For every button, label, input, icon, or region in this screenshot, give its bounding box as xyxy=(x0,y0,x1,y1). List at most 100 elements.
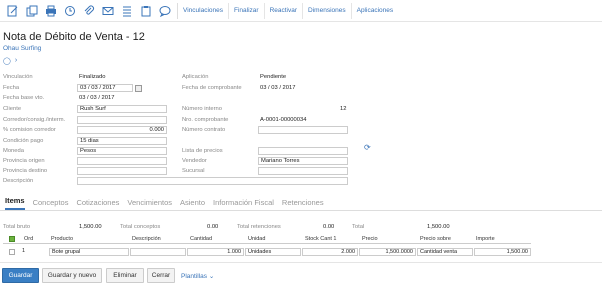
col-producto: Producto xyxy=(51,236,74,242)
aplicacion-value: Pendiente xyxy=(260,74,287,80)
cliente-label: Cliente xyxy=(3,106,22,112)
finalizar-link[interactable]: Finalizar xyxy=(229,2,265,19)
nro-comprobante-value: A-0001-00000034 xyxy=(260,117,307,123)
cell-ord: 1 xyxy=(22,248,26,254)
cerrar-button[interactable]: Cerrar xyxy=(147,268,175,283)
history-icon[interactable] xyxy=(63,4,76,17)
descripcion-label: Descripción xyxy=(3,178,34,184)
numero-interno-label: Número interno xyxy=(182,106,222,112)
col-stock: Stock Cant 1 xyxy=(305,236,337,242)
cell-unidad[interactable]: Unidades xyxy=(245,248,301,256)
col-precio-sobre: Precio sobre xyxy=(420,236,451,242)
tab-bar: Items Conceptos Cotizaciones Vencimiento… xyxy=(0,196,602,211)
tab-conceptos[interactable]: Conceptos xyxy=(33,198,69,210)
total-bruto-value: 1,500.00 xyxy=(79,224,102,230)
tab-retenciones[interactable]: Retenciones xyxy=(282,198,324,210)
grid-header-divider xyxy=(3,243,531,244)
eliminar-button[interactable]: Eliminar xyxy=(106,268,144,283)
sucursal-label: Sucursal xyxy=(182,168,205,174)
dimensiones-link[interactable]: Dimensiones xyxy=(303,2,352,19)
cell-producto[interactable]: Bote grupal xyxy=(49,248,129,256)
numero-contrato-field[interactable] xyxy=(258,126,348,134)
tab-vencimientos[interactable]: Vencimientos xyxy=(127,198,172,210)
vendedor-label: Vendedor xyxy=(182,158,207,164)
moneda-label: Moneda xyxy=(3,148,24,154)
tag-icon[interactable]: ◯ xyxy=(3,57,11,65)
cliente-field[interactable]: Rush Surf xyxy=(77,105,167,113)
fecha-comprobante-value: 03 / 03 / 2017 xyxy=(260,85,296,91)
vinculacion-label: Vinculación xyxy=(3,74,33,80)
cell-cantidad[interactable]: 1.000 xyxy=(187,248,244,256)
comision-field[interactable]: 0.000 xyxy=(77,126,167,134)
aplicaciones-link[interactable]: Aplicaciones xyxy=(352,3,399,19)
plantillas-dropdown[interactable]: Plantillas ⌄ xyxy=(181,272,214,280)
refresh-icon[interactable]: ⟳ xyxy=(364,143,371,152)
nro-comprobante-label: Nro. comprobante xyxy=(182,117,229,123)
comision-label: % comision corredor xyxy=(3,127,56,133)
print-icon[interactable] xyxy=(44,4,57,17)
fecha-base-label: Fecha base vto. xyxy=(3,95,45,101)
cell-descripcion[interactable] xyxy=(130,248,186,256)
row-checkbox[interactable] xyxy=(9,249,15,255)
total-label: Total xyxy=(352,224,365,230)
paste-icon[interactable] xyxy=(139,4,152,17)
list-icon[interactable] xyxy=(120,4,133,17)
provincia-origen-label: Provincia origen xyxy=(3,158,45,164)
cell-importe: 1,500.00 xyxy=(474,248,531,256)
chevron-right-icon[interactable]: › xyxy=(15,57,17,65)
tab-items[interactable]: Items xyxy=(5,196,25,210)
descripcion-field[interactable] xyxy=(77,177,348,185)
lista-precios-label: Lista de precios xyxy=(182,148,223,154)
total-retenciones-value: 0.00 xyxy=(323,224,335,230)
tab-asiento[interactable]: Asiento xyxy=(180,198,205,210)
attach-icon[interactable] xyxy=(82,4,95,17)
condicion-label: Condición pago xyxy=(3,138,44,144)
provincia-destino-field[interactable] xyxy=(77,167,167,175)
moneda-field[interactable]: Pesos xyxy=(77,147,167,155)
add-row-icon[interactable] xyxy=(9,236,15,242)
cell-precio-sobre[interactable]: Cantidad venta xyxy=(417,248,473,256)
provincia-origen-field[interactable] xyxy=(77,157,167,165)
guardar-button[interactable]: Guardar xyxy=(2,268,39,283)
total-conceptos-label: Total conceptos xyxy=(120,224,161,230)
edit-icon[interactable] xyxy=(6,4,19,17)
condicion-field[interactable]: 15 dias xyxy=(77,137,167,145)
corredor-field[interactable] xyxy=(77,116,167,124)
sucursal-field[interactable] xyxy=(258,167,348,175)
col-precio: Precio xyxy=(362,236,378,242)
chevron-down-icon: ⌄ xyxy=(208,273,215,280)
tab-cotizaciones[interactable]: Cotizaciones xyxy=(76,198,119,210)
total-retenciones-label: Total retenciones xyxy=(237,224,281,230)
reactivar-link[interactable]: Reactivar xyxy=(265,2,304,19)
fecha-comprobante-label: Fecha de comprobante xyxy=(182,85,242,91)
vinculaciones-link[interactable]: Vinculaciones xyxy=(178,2,229,19)
mail-icon[interactable] xyxy=(101,4,114,17)
provincia-destino-label: Provincia destino xyxy=(3,168,48,174)
guardar-nuevo-button[interactable]: Guardar y nuevo xyxy=(42,268,102,283)
total-value: 1,500.00 xyxy=(427,224,450,230)
total-bruto-label: Total bruto xyxy=(3,224,31,230)
aplicacion-label: Aplicación xyxy=(182,74,209,80)
vendedor-field[interactable]: Mariano Torres xyxy=(258,157,348,165)
col-importe: Importe xyxy=(476,236,495,242)
tab-informacion-fiscal[interactable]: Información Fiscal xyxy=(213,198,274,210)
numero-interno-value: 12 xyxy=(340,106,347,112)
col-cantidad: Cantidad xyxy=(190,236,213,242)
tag-row: ◯ › xyxy=(3,57,17,65)
copy-icon[interactable] xyxy=(25,4,38,17)
comment-icon[interactable] xyxy=(158,4,171,17)
page-title: Nota de Débito de Venta - 12 xyxy=(3,31,145,43)
fecha-label: Fecha xyxy=(3,85,20,91)
company-link[interactable]: Ohau Surfing xyxy=(3,45,41,52)
fecha-base-value: 03 / 03 / 2017 xyxy=(79,95,115,101)
col-descripcion: Descripción xyxy=(132,236,161,242)
cell-precio[interactable]: 1,500.0000 xyxy=(359,248,416,256)
toolbar: Vinculaciones Finalizar Reactivar Dimens… xyxy=(0,0,602,22)
vinculacion-value: Finalizado xyxy=(79,74,106,80)
calendar-icon[interactable] xyxy=(135,85,142,92)
col-ord: Ord xyxy=(24,236,34,242)
col-unidad: Unidad xyxy=(248,236,266,242)
total-conceptos-value: 0.00 xyxy=(207,224,219,230)
lista-precios-field[interactable] xyxy=(258,147,348,155)
fecha-field[interactable]: 03 / 03 / 2017 xyxy=(77,84,133,92)
